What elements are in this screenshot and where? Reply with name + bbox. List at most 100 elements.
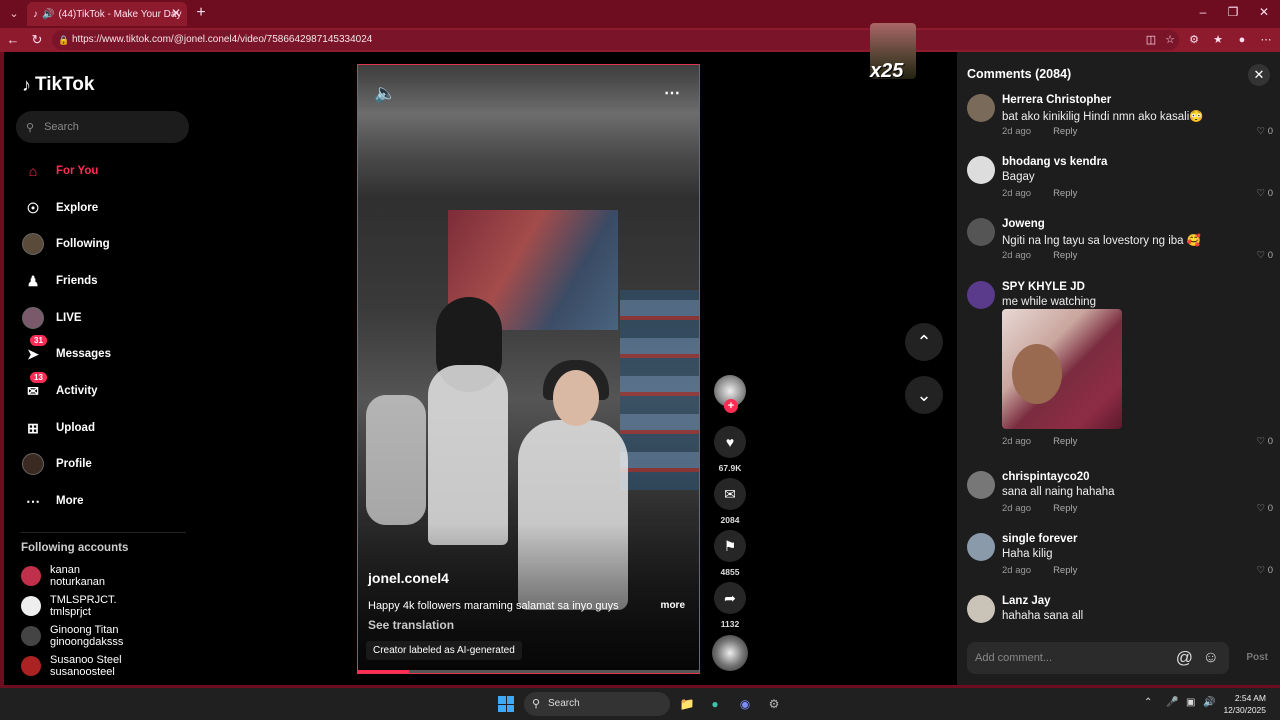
video-player[interactable]: 🔈 ⋯ jonel.conel4 Happy 4k followers mara… xyxy=(357,64,700,674)
previous-video-button[interactable]: ⌃ xyxy=(905,323,943,361)
video-progress-bar[interactable] xyxy=(358,670,699,673)
heart-icon[interactable]: ♥ xyxy=(714,426,746,458)
following-account[interactable]: Susanoo Steel susanoosteel xyxy=(21,652,191,680)
comment-image[interactable] xyxy=(1002,309,1122,429)
comment-user[interactable]: SPY KHYLE JD xyxy=(1002,281,1085,293)
favorites-icon[interactable]: ★ xyxy=(1210,32,1226,48)
taskbar-clock[interactable]: 2:54 AM 12/30/2025 xyxy=(1223,692,1266,716)
taskbar-search[interactable]: ⚲ Search xyxy=(524,692,670,716)
extension-icon[interactable]: ⚙ xyxy=(1186,32,1202,48)
back-button[interactable]: ← xyxy=(5,32,21,48)
comment-user[interactable]: Joweng xyxy=(1002,218,1045,230)
windows-start-icon[interactable] xyxy=(498,696,514,712)
following-account[interactable]: Ginoong Titan ginoongdaksss xyxy=(21,622,191,650)
save-action[interactable]: ⚑ 4855 xyxy=(714,530,746,577)
avatar[interactable] xyxy=(967,595,995,623)
video-more-icon[interactable]: ⋯ xyxy=(664,83,681,103)
split-screen-icon[interactable]: ◫ xyxy=(1143,32,1159,48)
nav-explore[interactable]: ☉ Explore xyxy=(22,194,192,222)
reply-button[interactable]: Reply xyxy=(1053,565,1077,576)
avatar[interactable] xyxy=(967,94,995,122)
app-icon[interactable]: ⚙ xyxy=(764,694,784,714)
following-account[interactable]: kanan noturkanan xyxy=(21,562,191,590)
following-account[interactable]: TMLSPRJCT. tmlsprjct xyxy=(21,592,191,620)
file-explorer-icon[interactable]: 📁 xyxy=(677,694,697,714)
reply-button[interactable]: Reply xyxy=(1053,188,1077,199)
avatar xyxy=(21,656,41,676)
sidebar-search[interactable]: ⚲ Search xyxy=(16,111,189,143)
comment-like[interactable]: ♡ 0 xyxy=(1257,188,1273,199)
discord-icon[interactable]: ◉ xyxy=(735,694,755,714)
comment-user[interactable]: chrispintayco20 xyxy=(1002,471,1090,483)
comment-like[interactable]: ♡ 0 xyxy=(1257,250,1273,261)
avatar[interactable] xyxy=(967,156,995,184)
lock-icon[interactable]: 🔒 xyxy=(58,30,69,50)
comment-like[interactable]: ♡ 0 xyxy=(1257,503,1273,514)
close-window-button[interactable]: ✕ xyxy=(1255,5,1273,19)
nav-messages[interactable]: ➤ 31 Messages xyxy=(22,335,192,368)
nav-profile[interactable]: Profile xyxy=(22,450,192,478)
network-icon[interactable]: ▣ xyxy=(1186,697,1195,708)
comment-user[interactable]: bhodang vs kendra xyxy=(1002,156,1107,168)
follow-button[interactable]: + xyxy=(724,399,738,413)
browser-tab[interactable]: ♪ 🔊 (44)TikTok - Make Your Day ✕ xyxy=(27,2,187,26)
post-button[interactable]: Post xyxy=(1246,652,1268,663)
comment-like[interactable]: ♡ 0 xyxy=(1257,126,1273,137)
comment-user[interactable]: single forever xyxy=(1002,533,1077,545)
reply-button[interactable]: Reply xyxy=(1053,250,1077,261)
speaker-icon[interactable]: 🔊 xyxy=(1203,697,1215,708)
comment-action[interactable]: ✉ 2084 xyxy=(714,478,746,525)
video-frame xyxy=(366,395,426,525)
nav-following[interactable]: Following xyxy=(22,230,192,258)
minimize-button[interactable]: – xyxy=(1194,5,1212,19)
like-action[interactable]: ♥ 67.9K xyxy=(714,426,746,473)
comment-like[interactable]: ♡ 0 xyxy=(1257,436,1273,447)
nav-upload[interactable]: ⊞ Upload xyxy=(22,414,192,442)
reply-button[interactable]: Reply xyxy=(1053,436,1077,447)
see-translation-link[interactable]: See translation xyxy=(368,618,454,632)
edge-browser-icon[interactable]: ● xyxy=(705,694,725,714)
comment-icon[interactable]: ✉ xyxy=(714,478,746,510)
share-icon[interactable]: ➦ xyxy=(714,582,746,614)
audio-playing-icon[interactable]: 🔊 xyxy=(42,9,54,20)
next-video-button[interactable]: ⌄ xyxy=(905,376,943,414)
close-comments-button[interactable]: ✕ xyxy=(1248,64,1270,86)
music-disc[interactable] xyxy=(712,635,748,671)
avatar[interactable] xyxy=(967,218,995,246)
video-author[interactable]: jonel.conel4 xyxy=(368,570,449,586)
profile-avatar[interactable]: ● xyxy=(1234,32,1250,48)
caption-more-button[interactable]: more xyxy=(661,600,685,611)
comment-user[interactable]: Herrera Christopher xyxy=(1002,94,1111,106)
avatar[interactable] xyxy=(967,533,995,561)
nav-for-you[interactable]: ⌂ For You xyxy=(22,157,192,185)
refresh-button[interactable]: ↻ xyxy=(29,32,45,48)
tiktok-logo[interactable]: ♪ TikTok xyxy=(22,74,94,96)
mention-icon[interactable]: @ xyxy=(1176,642,1193,674)
tab-list-button[interactable]: ⌄ xyxy=(4,4,24,24)
nav-activity[interactable]: ✉ 13 Activity xyxy=(22,372,192,405)
nav-label: Following xyxy=(56,238,110,250)
reply-button[interactable]: Reply xyxy=(1053,126,1077,137)
reply-button[interactable]: Reply xyxy=(1053,503,1077,514)
comment-like[interactable]: ♡ 0 xyxy=(1257,565,1273,576)
avatar[interactable] xyxy=(967,471,995,499)
nav-live[interactable]: LIVE xyxy=(22,304,192,332)
microphone-icon[interactable]: 🎤 xyxy=(1166,697,1178,708)
tray-chevron-icon[interactable]: ⌃ xyxy=(1144,697,1152,708)
new-tab-button[interactable]: + xyxy=(192,4,210,22)
nav-friends[interactable]: ♟ Friends xyxy=(22,267,192,295)
avatar[interactable] xyxy=(967,281,995,309)
avatar xyxy=(21,626,41,646)
settings-menu-icon[interactable]: ⋯ xyxy=(1258,32,1274,48)
comment-input[interactable]: Add comment... @ ☺ xyxy=(967,642,1229,674)
emoji-icon[interactable]: ☺ xyxy=(1203,642,1219,674)
comment-user[interactable]: Lanz Jay xyxy=(1002,595,1051,607)
address-bar[interactable]: 🔒 https://www.tiktok.com/@jonel.conel4/v… xyxy=(52,30,1179,50)
nav-more[interactable]: ⋯ More xyxy=(22,487,192,515)
close-tab-icon[interactable]: ✕ xyxy=(171,6,181,20)
restore-button[interactable]: ❐ xyxy=(1224,5,1242,19)
share-action[interactable]: ➦ 1132 xyxy=(714,582,746,629)
favorite-star-icon[interactable]: ☆ xyxy=(1162,32,1178,48)
volume-icon[interactable]: 🔈 xyxy=(374,83,396,104)
bookmark-icon[interactable]: ⚑ xyxy=(714,530,746,562)
